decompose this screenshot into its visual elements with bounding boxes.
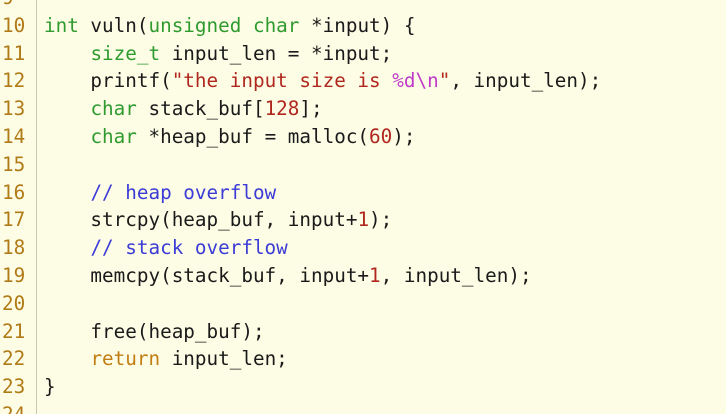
code-text: free(heap_buf); (44, 318, 265, 346)
code-token: unsigned (148, 13, 242, 37)
code-text: memcpy(stack_buf, input+1, input_len); (44, 262, 532, 290)
code-token: char (252, 13, 300, 37)
code-text: char stack_buf[128]; (44, 95, 323, 123)
line-number: 20 (2, 291, 26, 315)
code-token: // stack overflow (90, 236, 288, 260)
code-text: } (44, 373, 56, 401)
line-number: 15 (2, 152, 26, 176)
code-editor[interactable]: 910int vuln(unsigned char *input) {11 si… (0, 0, 726, 414)
gutter-divider (36, 0, 37, 414)
code-token: vuln( (78, 13, 149, 37)
line-number: 13 (2, 97, 26, 121)
code-token: ); (392, 124, 416, 148)
code-text: return input_len; (44, 345, 288, 373)
code-token: %d\n (392, 69, 439, 93)
code-text: int vuln(unsigned char *input) { (44, 12, 416, 40)
code-text: // stack overflow (44, 234, 288, 262)
code-text: printf("the input size is %d\n", input_l… (44, 67, 601, 95)
line-number: 16 (2, 180, 26, 204)
code-token: input_len; (160, 347, 288, 371)
code-token: char (90, 124, 137, 148)
code-text: // heap overflow (44, 179, 276, 207)
code-token: 128 (264, 97, 300, 121)
code-token: *heap_buf = malloc( (136, 124, 370, 148)
line-number: 10 (2, 13, 26, 37)
line-number: 18 (2, 236, 26, 260)
code-text: char *heap_buf = malloc(60); (44, 123, 415, 151)
code-token: } (44, 375, 56, 399)
line-number: 19 (2, 263, 26, 287)
code-token: char (90, 97, 137, 121)
line-number: 9 (0, 0, 34, 12)
code-token: , input_len); (380, 263, 532, 287)
code-token: memcpy(stack_buf, input+ (44, 263, 370, 287)
code-token: // heap overflow (90, 180, 277, 204)
code-token: strcpy(heap_buf, input+ (44, 208, 358, 232)
code-token: 1 (369, 263, 381, 287)
code-token: *input) { (299, 13, 416, 37)
code-token: free(heap_buf); (44, 319, 265, 343)
code-token: " (438, 69, 451, 93)
line-number: 23 (2, 375, 26, 399)
code-token: stack_buf[ (136, 97, 265, 121)
line-number: 14 (2, 124, 26, 148)
line-number: 17 (2, 208, 26, 232)
line-number: 21 (2, 319, 26, 343)
code-token: ]; (299, 97, 323, 121)
code-token: return (90, 347, 161, 371)
code-text: strcpy(heap_buf, input+1); (44, 206, 392, 234)
code-token: ); (369, 208, 393, 232)
code-token: "the input size is (171, 69, 393, 93)
line-number: 22 (2, 347, 26, 371)
code-token: int (44, 13, 79, 37)
code-token: , input_len); (450, 69, 602, 93)
line-number: 24 (0, 401, 34, 414)
code-token: 1 (357, 208, 370, 232)
code-token: 60 (369, 124, 393, 148)
code-token: size_t (90, 41, 161, 65)
code-token: input_len = *input; (160, 41, 393, 65)
code-token: printf( (44, 69, 172, 93)
line-number: 12 (2, 69, 26, 93)
code-text: size_t input_len = *input; (44, 40, 392, 68)
line-number: 11 (2, 41, 26, 65)
